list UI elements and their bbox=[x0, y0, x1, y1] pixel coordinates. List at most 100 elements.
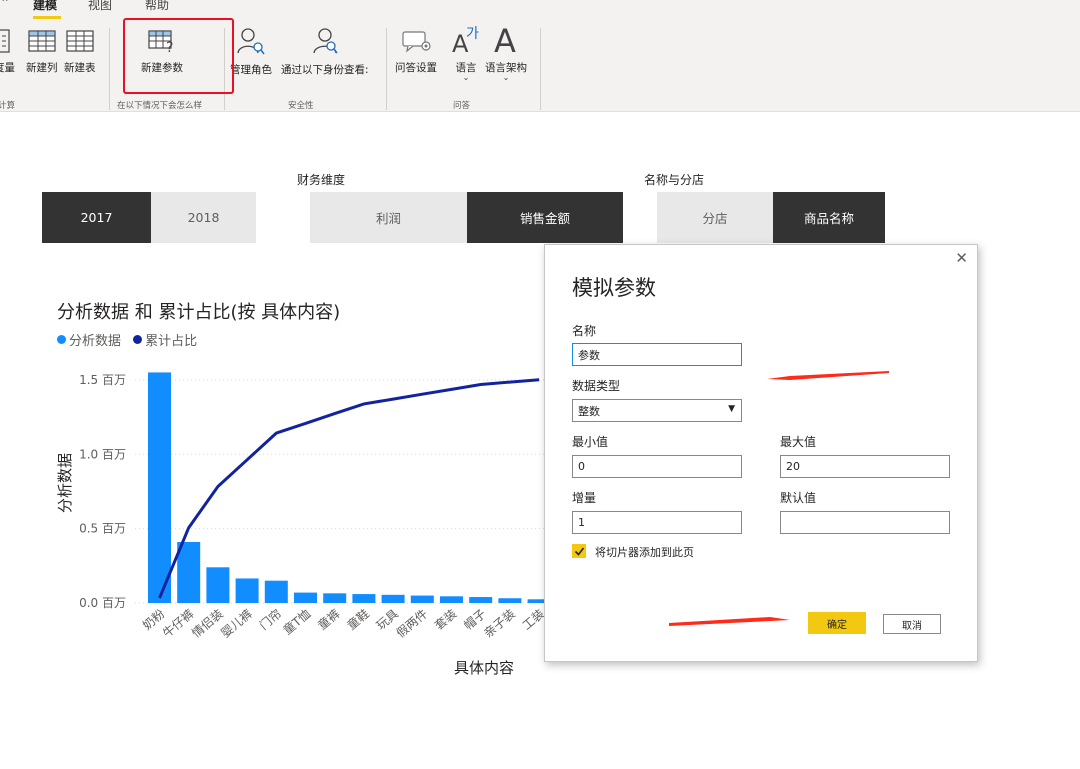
data-type-label: 数据类型 bbox=[572, 379, 621, 393]
chart-legend: 分析数据 累计占比 bbox=[57, 330, 205, 349]
language-dropdown-chevron-icon[interactable]: ⌄ bbox=[451, 73, 481, 82]
bar bbox=[294, 592, 317, 603]
x-tick-label: 工装 bbox=[520, 607, 547, 633]
language-icon: A 가 bbox=[452, 26, 479, 54]
manage-roles-button[interactable]: 管理角色 bbox=[230, 26, 272, 77]
bar bbox=[498, 598, 522, 603]
name-input[interactable] bbox=[572, 343, 742, 366]
x-tick-label: 婴儿裤 bbox=[218, 607, 255, 641]
min-label: 最小值 bbox=[572, 435, 609, 449]
name-label: 名称 bbox=[572, 324, 597, 338]
legend-item[interactable]: 分析数据 bbox=[57, 330, 121, 349]
qa-setup-icon bbox=[402, 31, 431, 53]
highlight-box-new-parameter bbox=[123, 18, 234, 94]
tab-view[interactable]: 视图 bbox=[88, 0, 112, 13]
view-as-roles-button[interactable]: 通过以下身份查看: bbox=[281, 26, 369, 77]
x-tick-label: 童裤 bbox=[315, 606, 343, 633]
manage-roles-label: 管理角色 bbox=[230, 64, 272, 76]
new-measure-button[interactable]: 度量 bbox=[0, 28, 15, 75]
bar bbox=[440, 596, 463, 603]
group-label-calculations: 计算 bbox=[0, 101, 16, 111]
data-type-select[interactable]: 整数 ▼ bbox=[572, 399, 742, 422]
table-icon bbox=[66, 30, 94, 52]
increment-label: 增量 bbox=[572, 491, 597, 505]
line-series bbox=[158, 378, 540, 599]
slicer-finance-sales[interactable]: 销售金额 bbox=[467, 192, 623, 243]
slicer-store[interactable]: 分店 bbox=[657, 192, 773, 243]
cancel-button[interactable]: 取消 bbox=[883, 614, 941, 634]
collapse-chevron-icon[interactable]: ⌃ bbox=[0, 0, 10, 10]
new-column-button[interactable]: 新建列 bbox=[26, 28, 58, 75]
linguistic-schema-icon: A bbox=[494, 22, 516, 54]
y-tick-label: 1.0 百万 bbox=[79, 447, 126, 461]
bar bbox=[206, 567, 230, 603]
slicer-year-2018[interactable]: 2018 bbox=[151, 192, 256, 243]
ribbon-separator bbox=[109, 28, 110, 110]
legend-dot bbox=[57, 335, 66, 344]
x-axis-title: 具体内容 bbox=[454, 659, 514, 677]
linguistic-schema-dropdown-chevron-icon[interactable]: ⌄ bbox=[485, 73, 527, 82]
ribbon-separator bbox=[386, 28, 387, 110]
max-input[interactable] bbox=[780, 455, 950, 478]
new-table-button[interactable]: 新建表 bbox=[64, 28, 96, 75]
ok-button[interactable]: 确定 bbox=[808, 612, 866, 634]
slicer-product-name[interactable]: 商品名称 bbox=[773, 192, 885, 243]
new-measure-label: 度量 bbox=[0, 62, 15, 74]
bar bbox=[381, 594, 405, 603]
legend-item[interactable]: 累计占比 bbox=[133, 330, 197, 349]
qa-setup-label: 问答设置 bbox=[395, 62, 437, 74]
x-tick-label: 牛仔裤 bbox=[159, 606, 196, 641]
legend-label: 分析数据 bbox=[69, 334, 122, 349]
what-if-parameter-dialog: ✕ 模拟参数 名称 数据类型 整数 ▼ 最小值 最大值 增量 默认值 将切片器添… bbox=[544, 244, 978, 662]
bar bbox=[469, 597, 493, 603]
bar bbox=[323, 593, 347, 603]
new-column-label: 新建列 bbox=[26, 62, 58, 74]
group-label-security: 安全性 bbox=[288, 101, 314, 111]
dropdown-arrow-icon: ▼ bbox=[728, 404, 735, 414]
slicer-year-2017[interactable]: 2017 bbox=[42, 192, 151, 243]
increment-input[interactable] bbox=[572, 511, 742, 534]
qa-setup-button[interactable]: 问答设置 bbox=[395, 28, 437, 75]
close-icon[interactable]: ✕ bbox=[955, 249, 968, 267]
bar bbox=[410, 595, 434, 603]
ribbon-separator bbox=[540, 28, 541, 110]
y-axis-title: 分析数据 bbox=[56, 453, 74, 513]
linguistic-schema-button[interactable]: A 语言架构 ⌄ bbox=[485, 20, 527, 82]
ribbon-tabs: ⌃ 建模 视图 帮助 bbox=[0, 0, 1080, 20]
group-label-what-if: 在以下情况下会怎么样 bbox=[117, 101, 203, 111]
tab-help[interactable]: 帮助 bbox=[145, 0, 169, 13]
x-tick-label: 套装 bbox=[432, 607, 459, 633]
bar bbox=[177, 542, 201, 603]
x-tick-label: 亲子装 bbox=[481, 607, 518, 641]
view-as-roles-label: 通过以下身份查看: bbox=[281, 64, 369, 76]
default-input[interactable] bbox=[780, 511, 950, 534]
svg-text:A: A bbox=[494, 22, 516, 54]
x-tick-label: 童T恤 bbox=[280, 606, 314, 638]
add-slicer-label: 将切片器添加到此页 bbox=[595, 546, 694, 559]
slicer-finance-profit[interactable]: 利润 bbox=[310, 192, 467, 243]
bar bbox=[264, 580, 288, 603]
data-type-value: 整数 bbox=[578, 404, 600, 418]
active-tab-indicator bbox=[33, 16, 61, 19]
group-label-qa: 问答 bbox=[453, 101, 471, 111]
pareto-chart: 0.0 百万0.5 百万1.0 百万1.5 百万分析数据奶粉牛仔裤情侣装婴儿裤门… bbox=[56, 372, 555, 677]
table-column-icon bbox=[28, 30, 56, 52]
x-tick-label: 门帘 bbox=[256, 606, 284, 633]
min-input[interactable] bbox=[572, 455, 742, 478]
dialog-title: 模拟参数 bbox=[572, 276, 656, 300]
x-tick-label: 情侣装 bbox=[189, 606, 226, 641]
tab-modeling[interactable]: 建模 bbox=[33, 0, 57, 13]
default-label: 默认值 bbox=[780, 491, 817, 505]
measure-icon bbox=[0, 29, 10, 53]
add-slicer-checkbox[interactable] bbox=[572, 544, 586, 558]
legend-label: 累计占比 bbox=[145, 334, 198, 349]
legend-dot bbox=[133, 335, 143, 344]
checkmark-icon bbox=[574, 547, 584, 556]
y-tick-label: 0.0 百万 bbox=[79, 596, 126, 610]
max-label: 最大值 bbox=[780, 435, 817, 449]
manage-roles-icon bbox=[237, 28, 265, 55]
x-tick-label: 童鞋 bbox=[344, 606, 372, 633]
bar bbox=[148, 372, 171, 603]
bar bbox=[352, 594, 376, 603]
language-button[interactable]: A 가 语言 ⌄ bbox=[451, 22, 481, 82]
